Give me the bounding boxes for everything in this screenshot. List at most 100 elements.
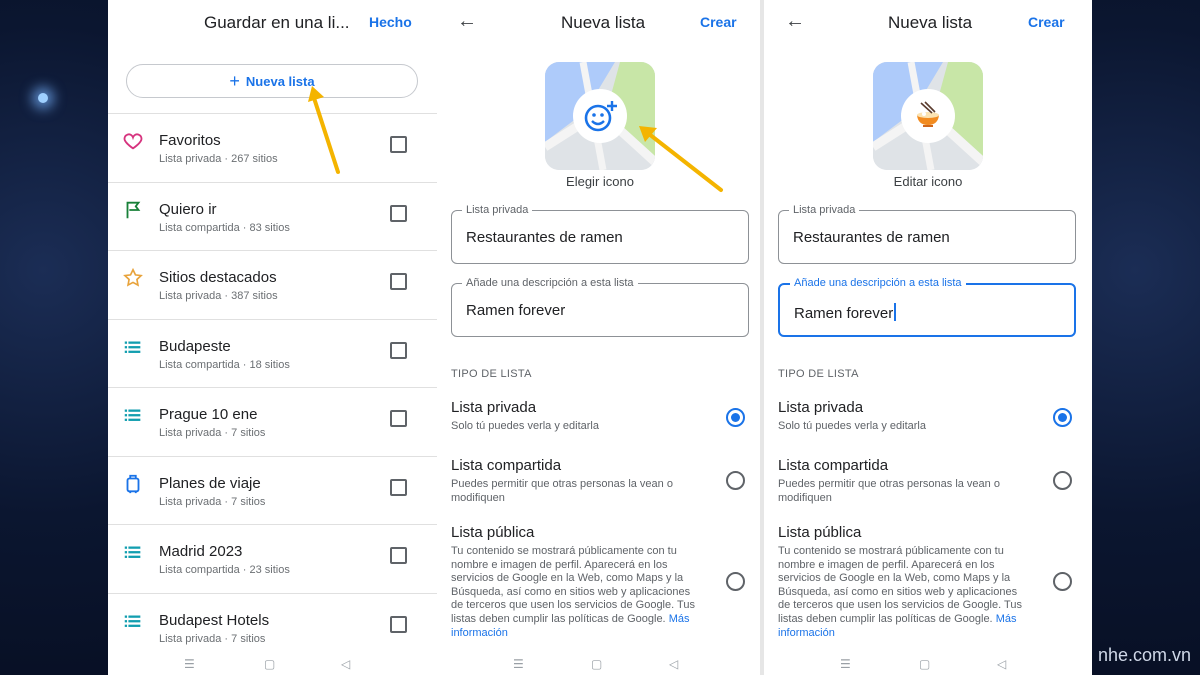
system-nav-bar: ☰ ▢ ◁ (764, 655, 1092, 675)
private-radio[interactable] (726, 408, 745, 427)
create-button[interactable]: Crear (1028, 14, 1065, 30)
list-name: Favoritos (159, 132, 221, 149)
list-name: Budapest Hotels (159, 612, 270, 629)
public-option-title[interactable]: Lista pública (451, 524, 534, 541)
list-meta: Lista compartida · 83 sitios (159, 222, 290, 234)
flag-icon (122, 199, 144, 221)
description-label: Añade una descripción a esta lista (462, 277, 638, 289)
list-name-value: Restaurantes de ramen (466, 229, 623, 246)
done-button[interactable]: Hecho (369, 14, 412, 30)
list-item[interactable]: Budapest Hotels Lista privada · 7 sitios (108, 593, 437, 661)
luggage-icon (122, 473, 144, 495)
ramen-bowl-icon (913, 100, 943, 135)
list-name-label: Lista privada (462, 204, 533, 216)
back-arrow-icon[interactable]: ← (785, 10, 805, 33)
back-nav-icon[interactable]: ◁ (669, 657, 678, 671)
list-meta: Lista compartida · 18 sitios (159, 359, 290, 371)
list-name: Sitios destacados (159, 269, 277, 286)
shared-radio[interactable] (726, 471, 745, 490)
menu-nav-icon[interactable]: ☰ (840, 657, 851, 671)
save-to-list-screen: Guardar en una li... Hecho + Nueva lista … (108, 0, 437, 675)
menu-nav-icon[interactable]: ☰ (184, 657, 195, 671)
private-option-title[interactable]: Lista privada (451, 399, 536, 416)
shared-option-title[interactable]: Lista compartida (451, 457, 561, 474)
list-name: Budapeste (159, 338, 231, 355)
light-glow (38, 93, 48, 103)
list-item[interactable]: Sitios destacados Lista privada · 387 si… (108, 250, 437, 318)
public-desc-text: Tu contenido se mostrará públicamente co… (778, 545, 1022, 625)
list-item[interactable]: Budapeste Lista compartida · 18 sitios (108, 319, 437, 387)
star-icon (122, 267, 144, 289)
choose-icon-label[interactable]: Elegir icono (535, 174, 665, 189)
list-icon-picker[interactable] (545, 62, 655, 170)
list-meta: Lista privada · 7 sitios (159, 633, 266, 645)
public-radio[interactable] (1053, 572, 1072, 591)
list-item[interactable]: Favoritos Lista privada · 267 sitios (108, 113, 437, 181)
private-option-desc: Solo tú puedes verla y editarla (778, 420, 926, 432)
header: ← Nueva lista Crear (437, 0, 760, 46)
description-field[interactable]: Añade una descripción a esta lista Ramen… (778, 277, 1076, 337)
list-checkbox[interactable] (390, 547, 407, 564)
new-list-label: Nueva lista (245, 74, 315, 89)
shared-option-desc: Puedes permitir que otras personas la ve… (778, 478, 1000, 504)
new-list-button[interactable]: + Nueva lista (126, 64, 418, 98)
description-value: Ramen forever (794, 305, 894, 322)
list-icon-picker[interactable] (873, 62, 983, 170)
list-meta: Lista privada · 7 sitios (159, 496, 266, 508)
home-nav-icon[interactable]: ▢ (264, 657, 275, 671)
list-meta: Lista privada · 7 sitios (159, 427, 266, 439)
back-nav-icon[interactable]: ◁ (341, 657, 350, 671)
public-option-title[interactable]: Lista pública (778, 524, 861, 541)
private-option-title[interactable]: Lista privada (778, 399, 863, 416)
private-radio[interactable] (1053, 408, 1072, 427)
list-name: Planes de viaje (159, 475, 261, 492)
list-icon (122, 336, 144, 358)
shared-radio[interactable] (1053, 471, 1072, 490)
list-checkbox[interactable] (390, 273, 407, 290)
list-checkbox[interactable] (390, 479, 407, 496)
list-checkbox[interactable] (390, 616, 407, 633)
header: ← Nueva lista Crear (764, 0, 1092, 46)
new-list-screen: ← Nueva lista Crear Elegir icono Lista p… (437, 0, 760, 675)
header: Guardar en una li... Hecho (108, 0, 437, 46)
back-nav-icon[interactable]: ◁ (997, 657, 1006, 671)
list-type-heading: TIPO DE LISTA (778, 368, 859, 380)
list-meta: Lista privada · 387 sitios (159, 290, 278, 302)
list-name-field[interactable]: Lista privada Restaurantes de ramen (778, 204, 1076, 264)
list-icon (122, 404, 144, 426)
system-nav-bar: ☰ ▢ ◁ (437, 655, 760, 675)
private-option-desc: Solo tú puedes verla y editarla (451, 420, 599, 432)
list-item[interactable]: Quiero ir Lista compartida · 83 sitios (108, 182, 437, 250)
heart-icon (122, 130, 144, 152)
menu-nav-icon[interactable]: ☰ (513, 657, 524, 671)
shared-option-title[interactable]: Lista compartida (778, 457, 888, 474)
list-item[interactable]: Planes de viaje Lista privada · 7 sitios (108, 456, 437, 524)
list-meta: Lista privada · 267 sitios (159, 153, 278, 165)
list-checkbox[interactable] (390, 410, 407, 427)
list-checkbox[interactable] (390, 342, 407, 359)
public-option-desc: Tu contenido se mostrará públicamente co… (451, 545, 701, 640)
list-meta: Lista compartida · 23 sitios (159, 564, 290, 576)
create-button[interactable]: Crear (700, 14, 737, 30)
text-cursor (894, 303, 897, 321)
description-value: Ramen forever (466, 302, 566, 319)
list-name-field[interactable]: Lista privada Restaurantes de ramen (451, 204, 749, 264)
description-input[interactable]: Ramen forever (794, 303, 897, 322)
new-list-edit-screen: ← Nueva lista Crear Editar icono Lista p… (764, 0, 1092, 675)
home-nav-icon[interactable]: ▢ (919, 657, 930, 671)
list-checkbox[interactable] (390, 136, 407, 153)
screen-title: Nueva lista (561, 13, 646, 32)
watermark: nhe.com.vn (1098, 645, 1192, 665)
back-arrow-icon[interactable]: ← (457, 10, 477, 33)
list-item[interactable]: Prague 10 ene Lista privada · 7 sitios (108, 387, 437, 455)
home-nav-icon[interactable]: ▢ (591, 657, 602, 671)
system-nav-bar: ☰ ▢ ◁ (108, 655, 437, 675)
list-icon (122, 541, 144, 563)
public-desc-text: Tu contenido se mostrará públicamente co… (451, 545, 695, 625)
list-checkbox[interactable] (390, 205, 407, 222)
description-field[interactable]: Añade una descripción a esta lista Ramen… (451, 277, 749, 337)
edit-icon-label[interactable]: Editar icono (863, 174, 993, 189)
background-right (1092, 0, 1200, 675)
public-radio[interactable] (726, 572, 745, 591)
list-item[interactable]: Madrid 2023 Lista compartida · 23 sitios (108, 524, 437, 592)
